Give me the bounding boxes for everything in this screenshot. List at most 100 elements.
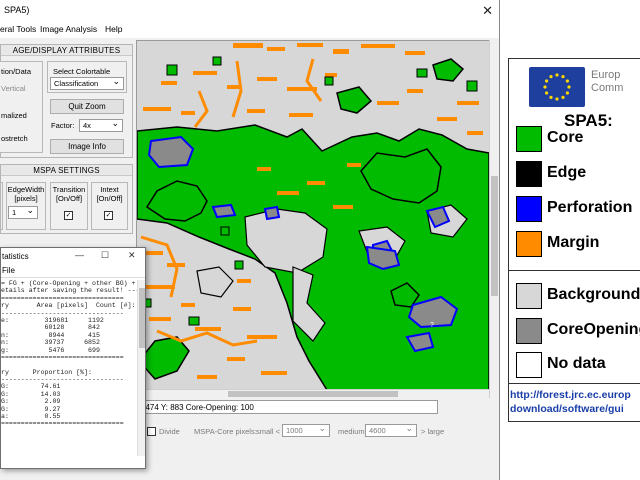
intext-column: Intext [On/Off]: [91, 182, 128, 230]
medium-label: medium: [338, 427, 365, 436]
menu-bar: eral Tools Image Analysis Help: [0, 22, 499, 38]
menu-help[interactable]: Help: [105, 24, 122, 34]
download-link[interactable]: download/software/gui: [510, 403, 624, 415]
statistics-text: = FG + (Core-Opening + other BG) + Missi…: [1, 280, 145, 456]
medium-threshold-select[interactable]: 4600: [365, 423, 417, 437]
legend-label: Core: [547, 129, 584, 146]
intext-label: Intext [On/Off]: [96, 185, 123, 203]
map-vertical-scrollbar[interactable]: [489, 40, 499, 398]
menu-general-tools[interactable]: eral Tools: [0, 24, 36, 34]
stats-line: ===============================: [1, 294, 124, 302]
colortable-label: Select Colortable: [53, 67, 111, 76]
map-cursor-marker: ?: [430, 322, 434, 329]
colortable-select[interactable]: Classification: [50, 76, 124, 90]
small-threshold-select[interactable]: 1000: [282, 423, 330, 437]
menu-image-analysis[interactable]: Image Analysis: [40, 24, 97, 34]
stats-line: ===============================: [1, 420, 124, 428]
legend-divider: [509, 270, 640, 271]
stats-line: ry Area [pixels] Count [#]:: [1, 302, 136, 310]
stats-line: etails after saving the result! ---: [1, 287, 140, 295]
horizontal-scroll-thumb[interactable]: [228, 391, 398, 397]
statistics-menu-bar: File: [1, 265, 145, 278]
label-option-data: tion/Data: [1, 67, 32, 76]
window-title: SPA5): [4, 5, 30, 15]
stats-line: ry Proportion [%]:: [1, 368, 93, 376]
close-icon[interactable]: ✕: [482, 3, 493, 19]
download-link[interactable]: http://forest.jrc.ec.europ: [510, 389, 631, 401]
legend-divider: [509, 383, 640, 384]
stats-line: G: 2.09: [1, 398, 61, 406]
label-autostretch[interactable]: ostretch: [1, 134, 28, 143]
stats-line: G: 74.61: [1, 383, 61, 391]
stats-line: G: 14.03: [1, 390, 61, 398]
divide-label: Divide: [159, 427, 180, 436]
vertical-scroll-thumb[interactable]: [491, 176, 498, 296]
legend-label: No data: [547, 355, 606, 372]
label-normalized[interactable]: malized: [1, 111, 27, 120]
stats-line: ===============================: [1, 353, 124, 361]
statistics-dialog: tatistics — ☐ ✕ File = FG + (Core-Openin…: [0, 247, 146, 469]
logo-line: Comm: [591, 82, 624, 94]
stats-line: = FG + (Core-Opening + other BG) + Missi…: [1, 280, 145, 287]
stats-line: e: 319681 1192: [1, 316, 104, 324]
title-bar[interactable]: SPA5) ✕: [0, 0, 499, 22]
stats-line: G: 9.27: [1, 405, 61, 413]
display-attributes-title: AGE/DISPLAY ATTRIBUTES: [1, 45, 132, 56]
stats-line: n: 8944 415: [1, 331, 100, 339]
divide-checkbox[interactable]: [147, 427, 156, 436]
quit-zoom-button[interactable]: Quit Zoom: [50, 99, 124, 114]
map-horizontal-scrollbar[interactable]: [136, 389, 489, 398]
legend-title: SPA5:: [564, 111, 613, 130]
legend-label: Perforation: [547, 199, 633, 216]
stats-line: -------------------------------: [1, 309, 124, 317]
logo-line: Europ: [591, 69, 621, 81]
legend-label: Edge: [547, 164, 587, 181]
core-swatch: [516, 126, 542, 152]
legend-label: CoreOpening: [547, 321, 640, 338]
label-vertical: Vertical: [1, 84, 26, 93]
mspa-settings-panel: MSPA SETTINGS EdgeWidth [pixels] 1 Trans…: [0, 164, 133, 234]
legend-label: Background: [547, 286, 640, 303]
mspa-column-fgconn: [0, 182, 3, 230]
legend-label: Margin: [547, 234, 600, 251]
margin-swatch: [516, 231, 542, 257]
statistics-title: tatistics: [2, 252, 29, 261]
factor-select[interactable]: 4x: [79, 118, 123, 132]
intext-checkbox[interactable]: ✓: [104, 211, 113, 220]
transition-column: Transition [On/Off]: [50, 182, 88, 230]
stats-line: -------------------------------: [1, 376, 124, 384]
legend-panel: Europ Comm SPA5: Core Edge Perforation M…: [508, 58, 640, 422]
maximize-icon[interactable]: ☐: [101, 250, 109, 261]
statistics-scroll-thumb[interactable]: [139, 288, 145, 348]
small-label: small <: [256, 427, 280, 436]
map-viewer[interactable]: ?: [136, 40, 490, 398]
perforation-swatch: [516, 196, 542, 222]
background-swatch: [516, 283, 542, 309]
transition-label: Transition [On/Off]: [52, 185, 86, 203]
statistics-title-bar[interactable]: tatistics — ☐ ✕: [1, 248, 145, 265]
statistics-menu-file[interactable]: File: [2, 266, 15, 275]
edge-width-select[interactable]: 1: [8, 205, 38, 219]
no-data-swatch: [516, 352, 542, 378]
stats-line: n: 39737 6852: [1, 339, 100, 347]
edge-width-label: EdgeWidth [pixels]: [7, 185, 45, 203]
minimize-icon[interactable]: —: [75, 250, 84, 260]
statistics-scrollbar[interactable]: [137, 280, 145, 456]
image-info-button[interactable]: Image Info: [50, 139, 124, 154]
factor-label: Factor:: [51, 121, 75, 130]
core-opening-swatch: [516, 318, 542, 344]
commission-logo-text: Europ Comm: [591, 69, 623, 95]
stats-line: [1, 361, 133, 368]
mspa-core-pixels-label: MSPA-Core pixels:: [194, 427, 257, 436]
close-icon[interactable]: ✕: [128, 250, 136, 261]
main-window: SPA5) ✕ eral Tools Image Analysis Help A…: [0, 0, 500, 480]
display-attributes-panel: AGE/DISPLAY ATTRIBUTES tion/Data Vertica…: [0, 44, 133, 158]
transition-checkbox[interactable]: ✓: [64, 211, 73, 220]
eu-flag-logo: [529, 67, 585, 107]
mspa-settings-title: MSPA SETTINGS: [1, 165, 132, 176]
mspa-classification-map[interactable]: ?: [137, 41, 490, 390]
eu-stars-icon: [543, 73, 571, 101]
stats-line: 60128 842: [1, 324, 100, 332]
large-label: > large: [421, 427, 445, 436]
edge-swatch: [516, 161, 542, 187]
